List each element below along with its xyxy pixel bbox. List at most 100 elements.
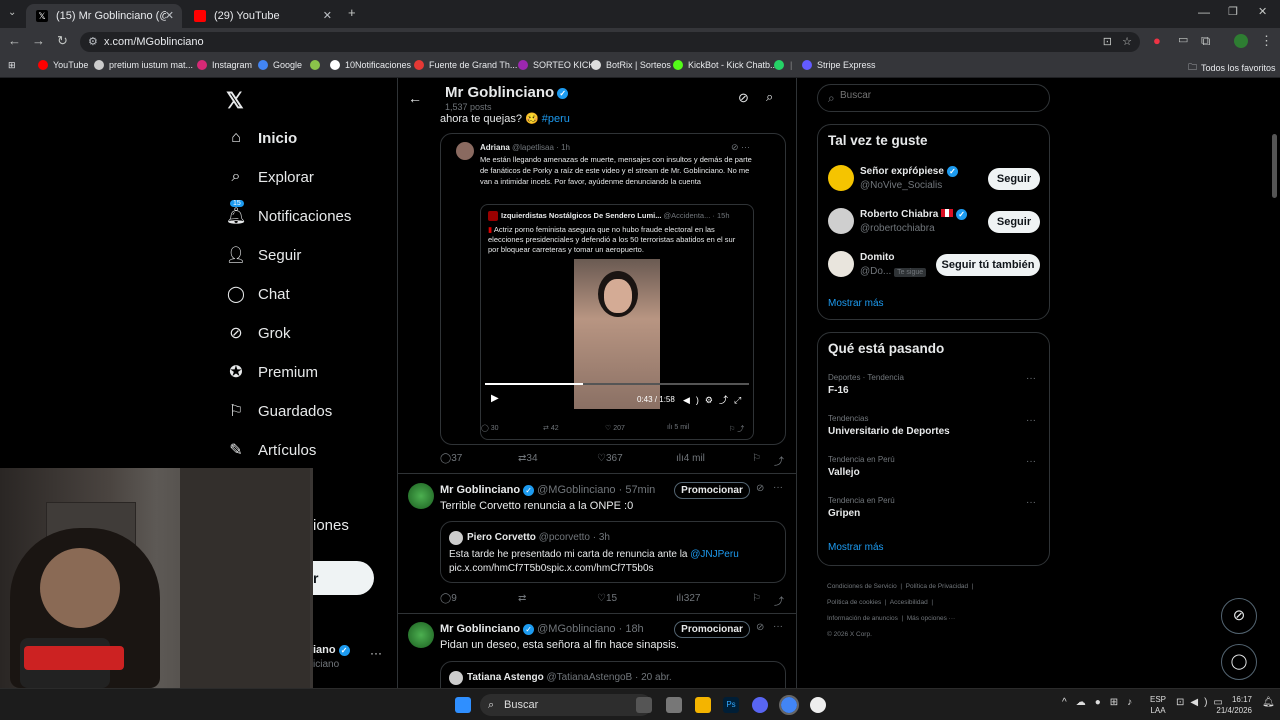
share-icon[interactable]: ⤴ [774,593,784,608]
nav-grok[interactable]: ⊘ Grok [226,323,290,343]
task-view-icon[interactable] [636,697,652,713]
nav-articles[interactable]: ✎ Artículos [226,440,316,460]
bookmark-sorteo-kick[interactable]: SORTEO KICK [518,60,594,70]
more-icon[interactable]: ··· [1026,456,1036,467]
puzzle-icon[interactable]: ⧉ [1201,33,1210,49]
windows-start-icon[interactable] [455,697,471,713]
file-explorer-icon[interactable] [695,697,711,713]
avatar[interactable] [408,483,434,509]
avatar[interactable] [408,622,434,648]
profile-avatar[interactable] [1234,34,1248,48]
more-icon[interactable]: ··· [1026,497,1036,508]
notification-bell-icon[interactable]: 🔔︎ [1262,697,1275,708]
views-button[interactable]: ılı 4 mil [676,453,705,464]
follow-button[interactable]: Seguir [988,211,1040,233]
nav-home[interactable]: ⌂ Inicio [226,128,297,148]
back-arrow-icon[interactable]: ← [408,90,422,106]
views-button[interactable]: ılı 327 [676,593,700,604]
trend-item[interactable]: Tendencia en Perú Gripen [828,496,895,519]
chrome-icon[interactable] [779,695,799,715]
search-icon[interactable]: ⌕ [766,89,773,105]
search-input[interactable] [840,90,1040,101]
footer-link[interactable]: Política de cookies [827,599,881,606]
footer-link[interactable]: Condiciones de Servicio [827,583,897,590]
apps-icon[interactable]: ⊞ [8,60,16,71]
grok-float-button[interactable]: ⊘ [1221,598,1257,634]
like-button[interactable]: ♡ 367 [597,453,623,464]
show-more-link[interactable]: Mostrar más [828,542,884,553]
follow-button[interactable]: Seguir [988,168,1040,190]
search-box[interactable]: ⌕ [817,84,1050,112]
window-close-icon[interactable]: ✕ [1258,5,1267,18]
play-icon[interactable]: ▶ [491,393,499,404]
promote-button[interactable]: Promocionar [674,621,750,638]
bookmark-icon[interactable]: ⚐ [752,453,761,464]
footer-link[interactable]: Información de anuncios [827,615,898,622]
like-button[interactable]: ♡ 15 [597,593,617,604]
nav-notifications[interactable]: 🔔︎ 15 Notificaciones [226,200,351,226]
clock[interactable]: 16:17 21/4/2026 [1212,694,1252,716]
reply-button[interactable]: ◯ 9 [440,593,457,604]
discord-icon[interactable] [752,697,768,713]
post-button[interactable]: r [313,561,374,595]
follow-back-button[interactable]: Seguir tú también [936,254,1040,276]
bookmark-whatsapp[interactable] [774,60,789,70]
back-icon[interactable]: ← [8,33,21,48]
avatar[interactable] [828,208,854,234]
tab-search-icon[interactable]: ⌄ [8,7,16,18]
more-icon[interactable]: ··· [773,621,783,632]
repost-button[interactable]: ⇄ [518,593,526,604]
close-icon[interactable]: ✕ [323,9,332,22]
footer-link[interactable]: Accesibilidad [890,599,928,606]
taskbar-search[interactable]: ⌕ Buscar [480,694,652,716]
bookmark-generic[interactable] [310,60,325,70]
messages-float-button[interactable]: ◯ [1221,644,1257,680]
bookmark-kickbot[interactable]: KickBot - Kick Chatb... [673,60,778,70]
trend-item[interactable]: Tendencia en Perú Vallejo [828,455,895,478]
new-tab-icon[interactable]: + [348,5,356,20]
bookmark-star-icon[interactable]: ☆ [1122,32,1132,52]
promote-button[interactable]: Promocionar [674,482,750,499]
video-progress-track[interactable] [485,383,749,385]
more-icon[interactable]: ··· [1026,415,1036,426]
tray-icons[interactable]: ^☁●⊞♪ [1062,697,1141,708]
suggest-name[interactable]: Señor expŕópiese ✓ [860,166,958,177]
site-info-icon[interactable]: ⚙ [88,32,98,52]
nav-chat[interactable]: ◯ Chat [226,284,290,304]
reply-button[interactable]: ◯ 37 [440,453,462,464]
nav-follow[interactable]: 👤︎ Seguir [226,245,302,265]
quote-card[interactable]: Adriana @lapetlisaa · 1h ⊘ ··· Me están … [440,133,786,445]
nav-bookmarks[interactable]: ⚐ Guardados [226,401,332,421]
more-icon[interactable]: ··· [370,646,382,660]
video-controls-icons[interactable]: ◀)⚙⤴⤢ [683,393,747,406]
quote-link[interactable]: pic.x.com/hmCf7T5b0spic.x.com/hmCf7T5b0s [449,563,654,574]
all-favorites[interactable]: 🗀 Todos los favoritos [1188,60,1276,76]
account-name[interactable]: iano ✓ [313,644,350,656]
grok-icon[interactable]: ⊘ [756,622,764,633]
bookmark-gta[interactable]: Fuente de Grand Th... [414,60,517,70]
nav-communities[interactable]: iones [313,517,349,534]
app-icon[interactable] [666,697,682,713]
suggest-name[interactable]: Domito [860,252,894,263]
bookmark-youtube[interactable]: YouTube [38,60,88,70]
tab-youtube[interactable]: (29) YouTube ✕ [184,4,340,28]
bookmark-botrix[interactable]: BotRix | Sorteos [591,60,671,70]
inner-quote-card[interactable]: Izquierdistas Nostálgicos De Sendero Lum… [480,204,754,440]
maximize-icon[interactable]: ❐ [1228,5,1238,18]
bookmark-pretium[interactable]: pretium iustum mat... [94,60,193,70]
hashtag-link[interactable]: #peru [542,113,570,125]
quote-card[interactable]: Tatiana Astengo @TatianaAstengoB · 20 ab… [440,661,786,688]
bookmark-stripe[interactable]: Stripe Express [802,60,876,70]
reload-icon[interactable]: ↻ [57,33,68,49]
language-indicator[interactable]: ESP LAA [1150,694,1166,716]
grok-icon[interactable]: ⊘ ··· [731,142,750,153]
photoshop-icon[interactable]: Ps [723,697,739,713]
close-icon[interactable]: ✕ [165,9,174,22]
x-logo-icon[interactable]: 𝕏 [226,88,244,114]
video-player[interactable]: ▶ 0:43 / 1:58 ◀)⚙⤴⤢ [485,259,749,429]
trend-item[interactable]: Deportes · Tendencia F-16 [828,373,904,396]
trend-item[interactable]: Tendencias Universitario de Deportes [828,414,950,437]
extension-icon[interactable]: ● [1153,33,1161,48]
app-icon[interactable] [810,697,826,713]
menu-icon[interactable]: ⋮ [1260,33,1273,49]
